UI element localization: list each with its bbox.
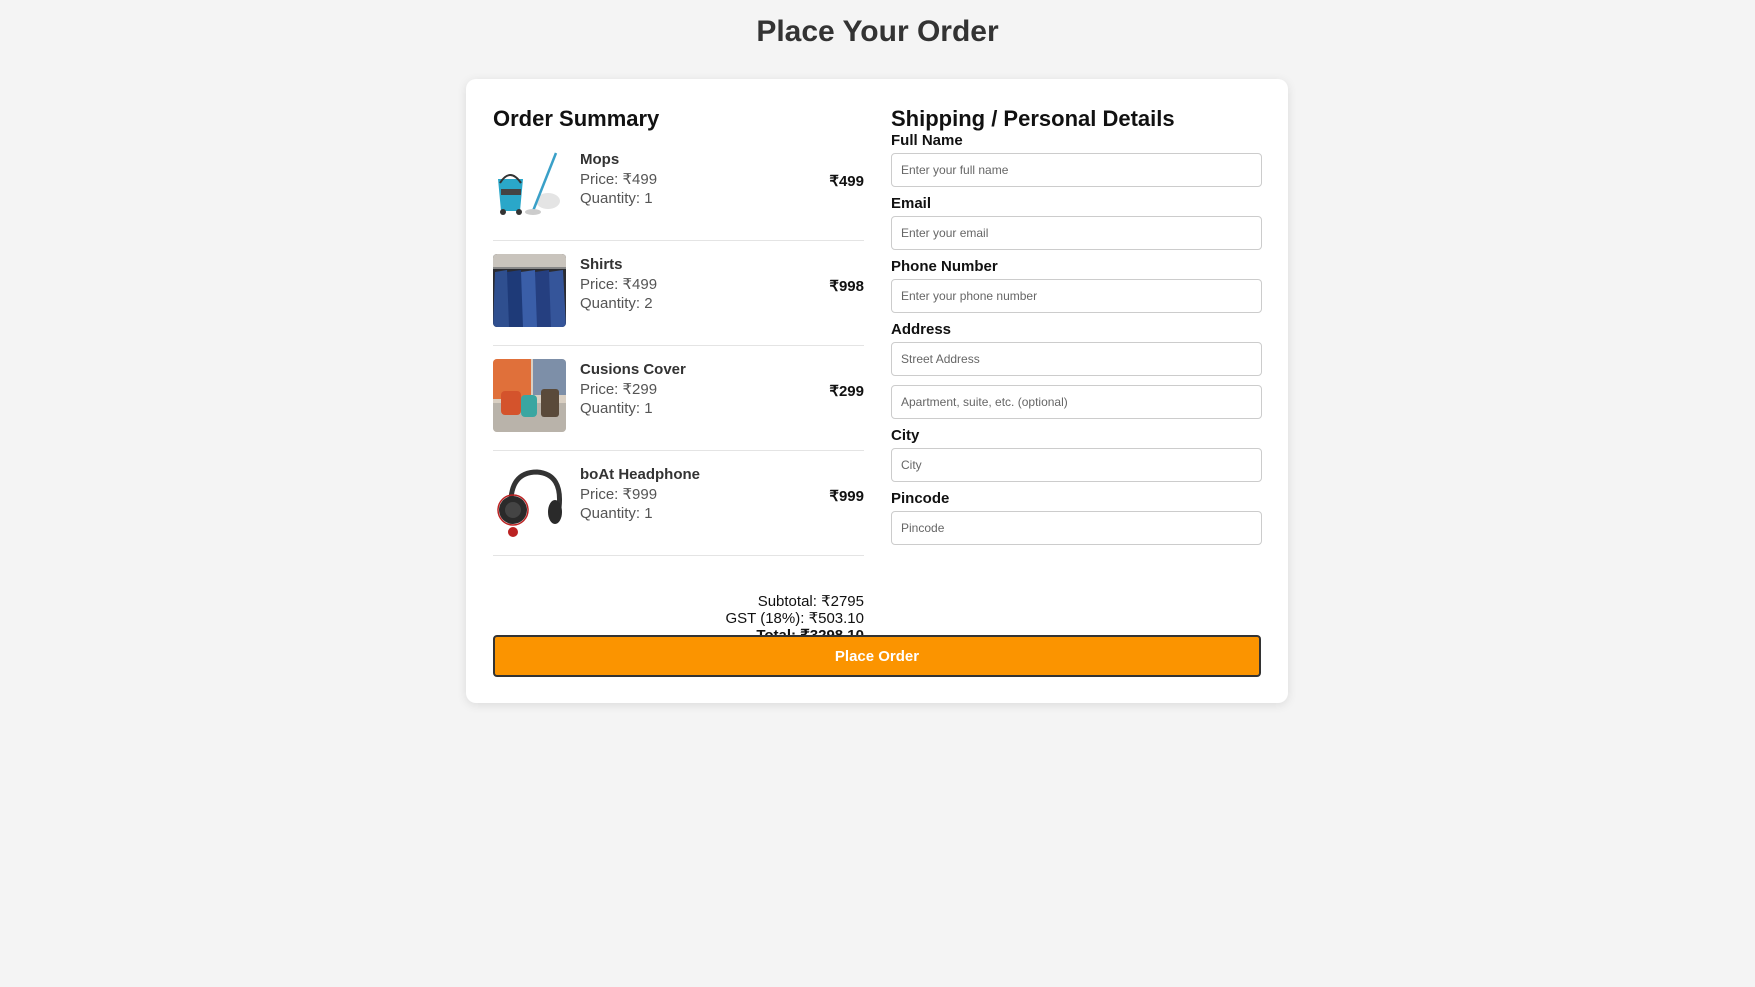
checkout-card: Order Summary Mops Price: ₹499 Quantity:… <box>466 79 1288 703</box>
full-name-input[interactable] <box>891 153 1262 187</box>
list-item: Shirts Price: ₹499 Quantity: 2 ₹998 <box>493 241 864 346</box>
item-quantity: Quantity: 1 <box>580 400 653 417</box>
item-name: Cusions Cover <box>580 361 686 378</box>
item-name: Shirts <box>580 256 623 273</box>
order-summary: Order Summary Mops Price: ₹499 Quantity:… <box>493 106 864 644</box>
place-order-button[interactable]: Place Order <box>493 635 1261 677</box>
item-name: Mops <box>580 151 620 168</box>
subtotal-text: Subtotal: ₹2795 <box>757 593 864 610</box>
cushion-cover-image <box>493 359 566 432</box>
item-total: ₹499 <box>829 173 864 190</box>
item-quantity: Quantity: 1 <box>580 505 653 522</box>
apartment-input[interactable] <box>891 385 1262 419</box>
street-address-input[interactable] <box>891 342 1262 376</box>
list-item: boAt Headphone Price: ₹999 Quantity: 1 ₹… <box>493 451 864 556</box>
page-title: Place Your Order <box>756 15 999 48</box>
shipping-form: Shipping / Personal Details Full Name Em… <box>891 106 1263 545</box>
mop-bucket-image <box>493 149 566 222</box>
item-total: ₹999 <box>829 488 864 505</box>
item-total: ₹299 <box>829 383 864 400</box>
item-price: Price: ₹299 <box>580 381 658 398</box>
item-name: boAt Headphone <box>580 466 700 483</box>
list-item: Mops Price: ₹499 Quantity: 1 ₹499 <box>493 136 864 241</box>
city-input[interactable] <box>891 448 1262 482</box>
headphone-image <box>493 464 566 537</box>
pincode-label: Pincode <box>891 490 950 507</box>
full-name-label: Full Name <box>891 132 963 149</box>
item-quantity: Quantity: 2 <box>580 295 653 312</box>
pincode-input[interactable] <box>891 511 1262 545</box>
gst-text: GST (18%): ₹503.10 <box>725 610 864 627</box>
city-label: City <box>891 427 920 444</box>
shirts-image <box>493 254 566 327</box>
item-price: Price: ₹499 <box>580 276 658 293</box>
phone-label: Phone Number <box>891 258 998 275</box>
item-total: ₹998 <box>829 278 864 295</box>
email-input[interactable] <box>891 216 1262 250</box>
phone-input[interactable] <box>891 279 1262 313</box>
email-label: Email <box>891 195 932 212</box>
order-summary-heading: Order Summary <box>493 106 660 131</box>
item-price: Price: ₹999 <box>580 486 658 503</box>
item-price: Price: ₹499 <box>580 171 658 188</box>
list-item: Cusions Cover Price: ₹299 Quantity: 1 ₹2… <box>493 346 864 451</box>
address-label: Address <box>891 321 952 338</box>
shipping-heading: Shipping / Personal Details <box>891 106 1175 131</box>
item-quantity: Quantity: 1 <box>580 190 653 207</box>
